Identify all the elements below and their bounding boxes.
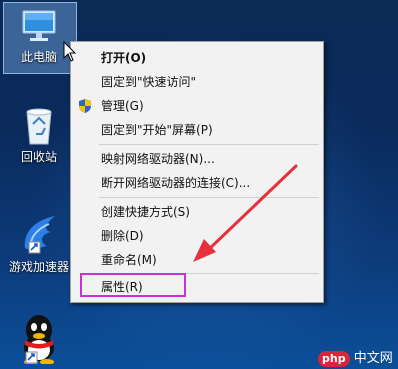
annotation-arrow xyxy=(193,164,298,262)
watermark-site: 中文网 xyxy=(353,351,393,366)
site-watermark: php 中文网 xyxy=(318,347,396,367)
mouse-cursor-icon xyxy=(63,41,77,62)
watermark-brand: php xyxy=(318,351,350,367)
